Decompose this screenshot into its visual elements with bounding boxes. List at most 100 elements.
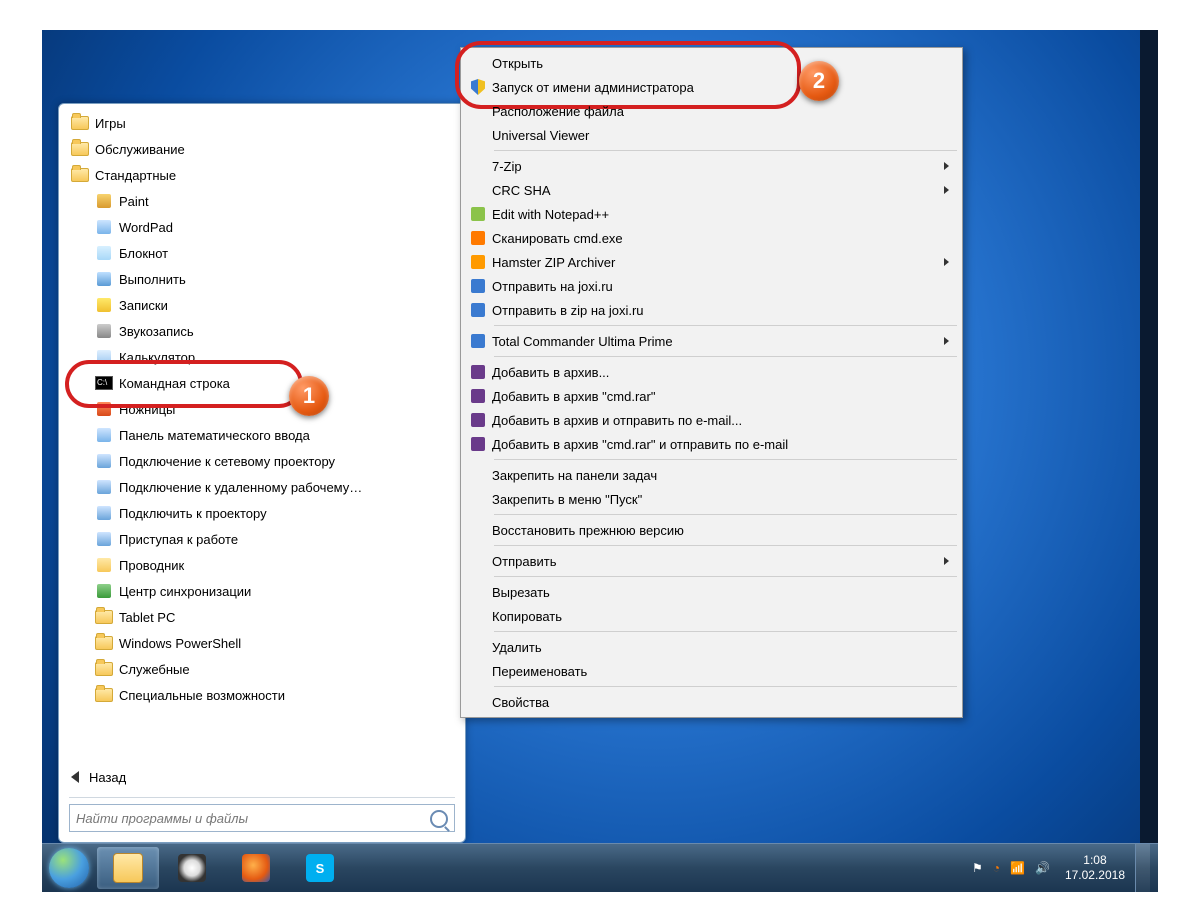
search-input[interactable]: Найти программы и файлы xyxy=(69,804,455,832)
tray-flag-icon[interactable]: ⚑ xyxy=(972,861,983,875)
start-item[interactable]: Paint xyxy=(95,188,461,214)
rar-icon xyxy=(464,360,492,384)
context-menu-item[interactable]: Добавить в архив "cmd.rar" и отправить п… xyxy=(464,432,959,456)
context-menu-item[interactable]: Запуск от имени администратора xyxy=(464,75,959,99)
tray-date: 17.02.2018 xyxy=(1065,868,1125,883)
start-folder[interactable]: Windows PowerShell xyxy=(95,630,461,656)
context-menu-item[interactable]: Edit with Notepad++ xyxy=(464,202,959,226)
context-menu-item[interactable]: Удалить xyxy=(464,635,959,659)
tray-volume-icon[interactable]: 🔊 xyxy=(1035,861,1050,875)
start-folder[interactable]: Стандартные xyxy=(71,162,461,188)
start-item-label: Ножницы xyxy=(119,402,175,417)
context-menu-separator xyxy=(494,545,957,546)
start-item[interactable]: Звукозапись xyxy=(95,318,461,344)
start-item-label: Выполнить xyxy=(119,272,186,287)
start-button[interactable] xyxy=(42,844,96,892)
start-folder[interactable]: Игры xyxy=(71,110,461,136)
context-menu-separator xyxy=(494,631,957,632)
context-menu-item[interactable]: Total Commander Ultima Prime xyxy=(464,329,959,353)
context-menu-item[interactable]: Расположение файла xyxy=(464,99,959,123)
start-item[interactable]: Калькулятор xyxy=(95,344,461,370)
blank-icon xyxy=(464,518,492,542)
context-menu-item[interactable]: Добавить в архив "cmd.rar" xyxy=(464,384,959,408)
mic-icon xyxy=(95,322,113,340)
context-menu-label: Открыть xyxy=(492,56,949,71)
context-menu-label: Добавить в архив... xyxy=(492,365,949,380)
snip-icon xyxy=(95,400,113,418)
taskbar-button-skype[interactable]: S xyxy=(289,847,351,889)
context-menu-label: Закрепить в меню "Пуск" xyxy=(492,492,949,507)
start-menu-list: ИгрыОбслуживаниеСтандартныеPaintWordPadБ… xyxy=(59,104,465,757)
start-item[interactable]: Блокнот xyxy=(95,240,461,266)
start-folder[interactable]: Tablet PC xyxy=(95,604,461,630)
blank-icon xyxy=(464,549,492,573)
tray-network-icon[interactable]: 📶 xyxy=(1010,861,1025,875)
start-item-cmd[interactable]: C:\Командная строка xyxy=(95,370,461,396)
start-item[interactable]: Подключить к проектору xyxy=(95,500,461,526)
start-item-label: Записки xyxy=(119,298,168,313)
paint-icon xyxy=(95,192,113,210)
tray-avast-icon[interactable]: ◔ xyxy=(993,861,1000,875)
avast-icon xyxy=(464,226,492,250)
sync-icon xyxy=(95,582,113,600)
sticky-icon xyxy=(95,296,113,314)
submenu-arrow-icon xyxy=(944,337,949,345)
context-menu-item[interactable]: Hamster ZIP Archiver xyxy=(464,250,959,274)
blank-icon xyxy=(464,51,492,75)
context-menu-label: CRC SHA xyxy=(492,183,944,198)
context-menu-item[interactable]: CRC SHA xyxy=(464,178,959,202)
start-item-label: Проводник xyxy=(119,558,184,573)
rar-icon xyxy=(464,432,492,456)
folder-icon xyxy=(95,634,113,652)
start-item[interactable]: WordPad xyxy=(95,214,461,240)
context-menu-label: Вырезать xyxy=(492,585,949,600)
context-menu-item[interactable]: Восстановить прежнюю версию xyxy=(464,518,959,542)
context-menu-item[interactable]: Открыть xyxy=(464,51,959,75)
start-item[interactable]: Приступая к работе xyxy=(95,526,461,552)
context-menu-item[interactable]: Добавить в архив и отправить по e-mail..… xyxy=(464,408,959,432)
start-item[interactable]: Выполнить xyxy=(95,266,461,292)
start-item[interactable]: Подключение к сетевому проектору xyxy=(95,448,461,474)
start-folder[interactable]: Обслуживание xyxy=(71,136,461,162)
context-menu-label: Переименовать xyxy=(492,664,949,679)
taskbar-button-explorer[interactable] xyxy=(97,847,159,889)
context-menu-separator xyxy=(494,686,957,687)
back-row[interactable]: Назад xyxy=(71,763,465,791)
back-arrow-icon xyxy=(71,771,79,783)
run-icon xyxy=(95,270,113,288)
context-menu-label: Total Commander Ultima Prime xyxy=(492,334,944,349)
context-menu-item[interactable]: Universal Viewer xyxy=(464,123,959,147)
context-menu-item[interactable]: Вырезать xyxy=(464,580,959,604)
tray-clock[interactable]: 1:08 17.02.2018 xyxy=(1065,853,1125,883)
start-folder[interactable]: Служебные xyxy=(95,656,461,682)
context-menu-item[interactable]: Переименовать xyxy=(464,659,959,683)
folder-icon xyxy=(71,166,89,184)
context-menu-item[interactable]: Отправить xyxy=(464,549,959,573)
panda-icon xyxy=(178,854,206,882)
context-menu-item[interactable]: Копировать xyxy=(464,604,959,628)
context-menu-item[interactable]: Закрепить на панели задач xyxy=(464,463,959,487)
context-menu-item[interactable]: Добавить в архив... xyxy=(464,360,959,384)
context-menu-item[interactable]: Отправить в zip на joxi.ru xyxy=(464,298,959,322)
context-menu-item[interactable]: 7-Zip xyxy=(464,154,959,178)
taskbar-button-firefox[interactable] xyxy=(225,847,287,889)
start-item[interactable]: Панель математического ввода xyxy=(95,422,461,448)
context-menu-item[interactable]: Отправить на joxi.ru xyxy=(464,274,959,298)
start-item-label: Специальные возможности xyxy=(119,688,285,703)
start-item-label: Tablet PC xyxy=(119,610,175,625)
blank-icon xyxy=(464,178,492,202)
context-menu-item[interactable]: Свойства xyxy=(464,690,959,714)
start-item[interactable]: Проводник xyxy=(95,552,461,578)
start-item-label: Подключение к сетевому проектору xyxy=(119,454,335,469)
start-item[interactable]: Записки xyxy=(95,292,461,318)
taskbar-button-app-1[interactable] xyxy=(161,847,223,889)
context-menu-item[interactable]: Закрепить в меню "Пуск" xyxy=(464,487,959,511)
show-desktop-button[interactable] xyxy=(1135,844,1150,892)
start-item[interactable]: Центр синхронизации xyxy=(95,578,461,604)
start-item[interactable]: Подключение к удаленному рабочему… xyxy=(95,474,461,500)
start-item[interactable]: Ножницы xyxy=(95,396,461,422)
start-folder[interactable]: Специальные возможности xyxy=(95,682,461,708)
tray-time: 1:08 xyxy=(1065,853,1125,868)
context-menu-item[interactable]: Сканировать cmd.exe xyxy=(464,226,959,250)
context-menu-separator xyxy=(494,325,957,326)
